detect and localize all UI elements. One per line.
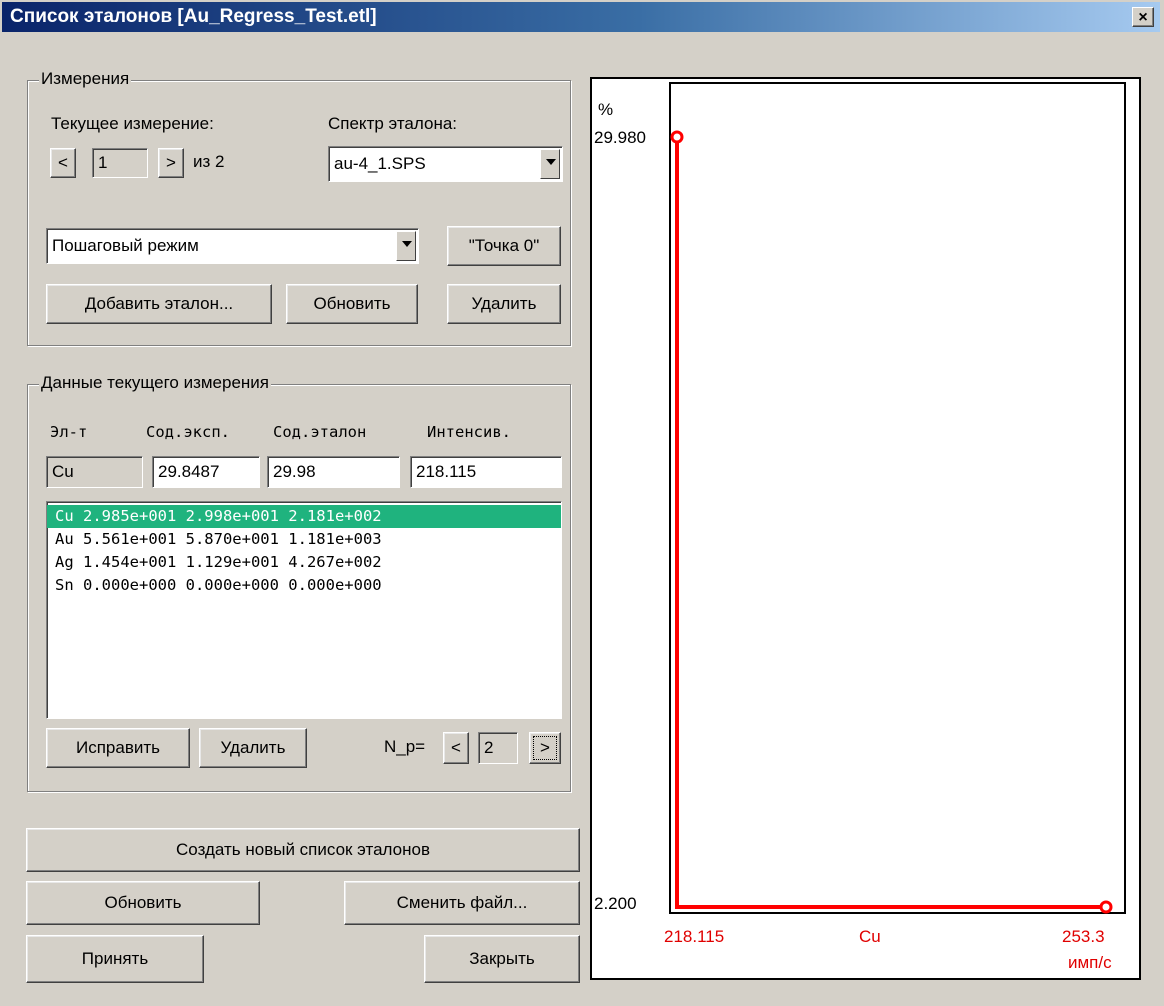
change-file-button[interactable]: Сменить файл... [344,881,580,925]
np-prev-button[interactable]: < [443,732,469,764]
measurement-count: из 2 [193,152,225,171]
chevron-down-icon[interactable] [396,231,416,261]
spectrum-value: au-4_1.SPS [334,154,426,173]
y-axis-label: % [598,100,613,119]
x-axis-label: имп/с [1068,953,1112,972]
plot-frame [669,82,1126,914]
mode-select[interactable]: Пошаговый режим [46,228,419,264]
spectrum-select[interactable]: au-4_1.SPS [328,146,563,182]
series-line [675,137,1106,909]
create-list-button[interactable]: Создать новый список эталонов [26,828,580,872]
current-measurement-label: Текущее измерение: [51,114,214,133]
list-item[interactable]: Au 5.561e+001 5.870e+001 1.181e+003 [47,528,561,551]
title-bar: Список эталонов [Au_Regress_Test.etl] × [2,2,1160,32]
y-bottom-tick-label: 2.200 [594,894,637,913]
data-point-marker-0 [670,130,684,144]
header-intensity: Интенсив. [427,423,511,441]
list-item[interactable]: Sn 0.000e+000 0.000e+000 0.000e+000 [47,574,561,597]
close-icon[interactable]: × [1132,7,1154,27]
delete-measurement-button[interactable]: Удалить [447,284,561,324]
current-measurement-field[interactable]: 1 [92,148,148,178]
next-measurement-button[interactable]: > [158,148,184,178]
window-title: Список эталонов [Au_Regress_Test.etl] [10,6,377,27]
list-item[interactable]: Ag 1.454e+001 1.129e+001 4.267e+002 [47,551,561,574]
spectrum-label: Спектр эталона: [328,114,458,133]
delete-row-button[interactable]: Удалить [199,728,307,768]
point-zero-button[interactable]: "Точка 0" [447,226,561,266]
calibration-chart: % 29.980 2.200 218.115 Cu 253.3 имп/с [590,77,1141,980]
header-exp: Сод.эксп. [146,423,230,441]
prev-measurement-button[interactable]: < [50,148,76,178]
fix-button[interactable]: Исправить [46,728,190,768]
header-element: Эл-т [50,423,88,441]
y-top-tick-label: 29.980 [594,128,646,147]
x-left-tick-label: 218.115 [664,927,724,946]
exp-content-input[interactable]: 29.8487 [152,456,260,488]
x-right-tick-label: 253.3 [1062,927,1105,946]
series-label: Cu [859,927,881,946]
current-data-legend: Данные текущего измерения [39,373,272,393]
data-point-marker-1 [1099,900,1113,914]
np-next-button[interactable]: > [529,732,561,764]
element-field: Cu [46,456,143,488]
intensity-input[interactable]: 218.115 [410,456,562,488]
accept-button[interactable]: Принять [26,935,204,983]
np-label: N_p= [384,737,426,756]
refresh-button[interactable]: Обновить [26,881,260,925]
mode-value: Пошаговый режим [52,236,199,255]
data-listbox[interactable]: Cu 2.985e+001 2.998e+001 2.181e+002 Au 5… [46,501,562,719]
close-button[interactable]: Закрыть [424,935,580,983]
header-std: Сод.эталон [273,423,367,441]
chevron-down-icon[interactable] [540,149,560,179]
dialog-window: Список эталонов [Au_Regress_Test.etl] × … [0,0,1164,1006]
std-content-input[interactable]: 29.98 [267,456,400,488]
add-standard-button[interactable]: Добавить эталон... [46,284,272,324]
measurements-legend: Измерения [39,69,132,89]
list-item[interactable]: Cu 2.985e+001 2.998e+001 2.181e+002 [47,505,561,528]
np-value-field[interactable]: 2 [478,732,518,764]
chart-svg: % 29.980 2.200 218.115 Cu 253.3 имп/с [594,82,1126,972]
refresh-measurement-button[interactable]: Обновить [286,284,418,324]
